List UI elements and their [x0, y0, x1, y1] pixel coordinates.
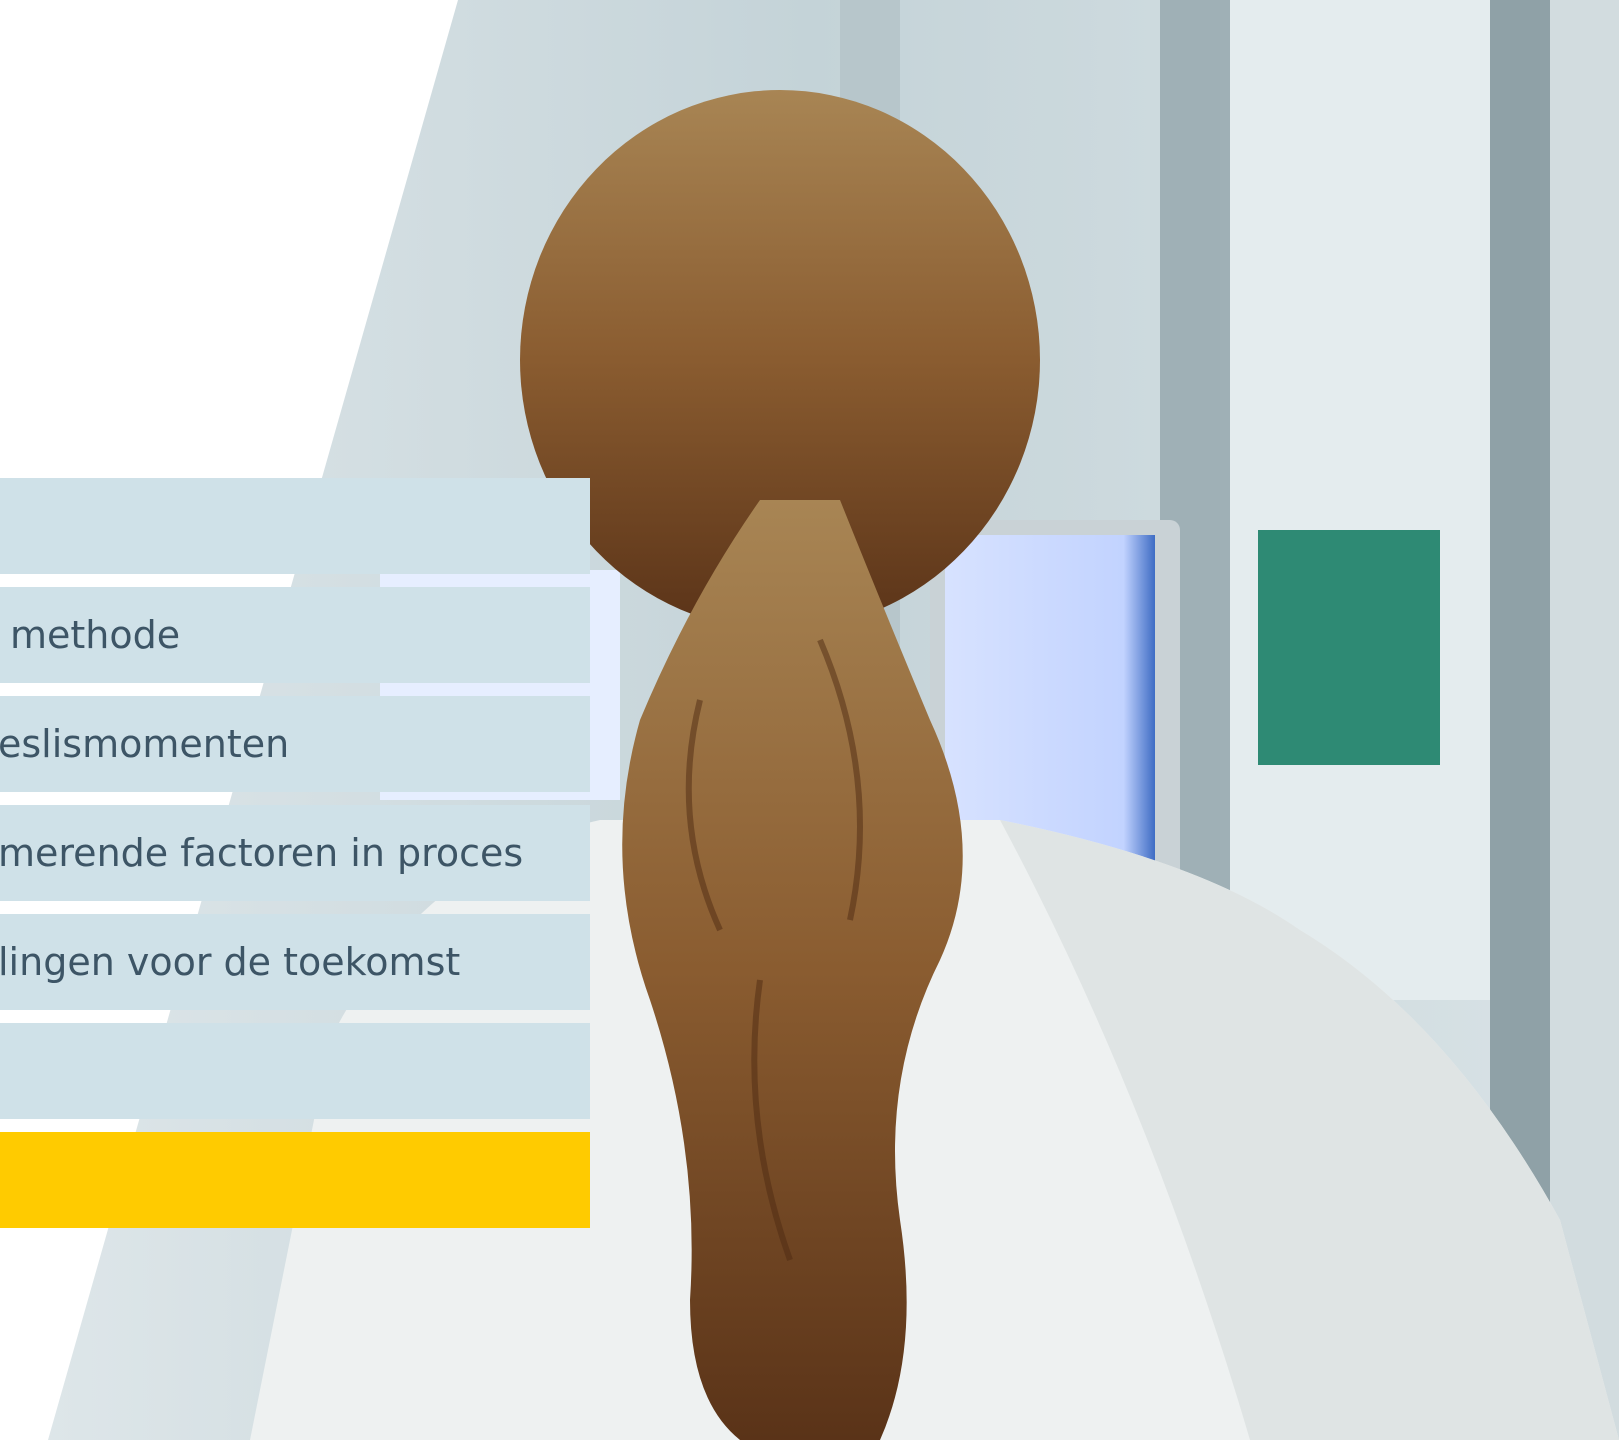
menu-item-label: merende factoren in proces	[0, 831, 524, 875]
menu-item-6[interactable]	[0, 1023, 590, 1119]
menu-item-methode[interactable]: methode	[0, 587, 590, 683]
menu-item-accent[interactable]	[0, 1132, 590, 1228]
menu-item-toekomst[interactable]: lingen voor de toekomst	[0, 914, 590, 1010]
menu-item-label: lingen voor de toekomst	[0, 940, 461, 984]
menu-item-label: methode	[10, 613, 181, 657]
menu-item-label: eslismomenten	[0, 722, 290, 766]
menu-item-beslismomenten[interactable]: eslismomenten	[0, 696, 590, 792]
menu-item-1[interactable]	[0, 478, 590, 574]
menu-item-factoren[interactable]: merende factoren in proces	[0, 805, 590, 901]
